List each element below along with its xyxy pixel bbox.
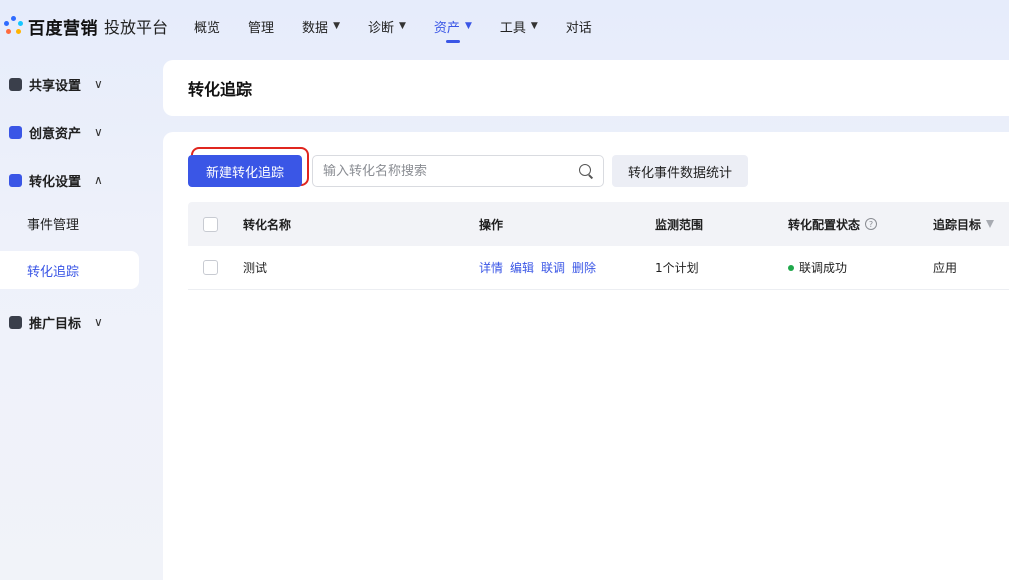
search-input[interactable] — [323, 163, 579, 179]
operation-link[interactable]: 联调 — [541, 259, 565, 276]
sidebar-subitem-0[interactable]: 事件管理 — [0, 204, 139, 242]
content-panel: 新建转化追踪 转化事件数据统计 转化名称 操作 监测范围 转化配置状态 ? 追踪… — [163, 132, 1009, 580]
caret-down-icon: ▼ — [333, 21, 340, 31]
logo-dot — [4, 21, 9, 26]
conversion-stats-button[interactable]: 转化事件数据统计 — [612, 155, 749, 187]
search-box — [312, 155, 604, 187]
sidebar-group-2[interactable]: 转化设置 ∧ — [0, 156, 150, 204]
row-check-cell — [188, 260, 243, 275]
sidebar-group-0[interactable]: 共享设置 ∨ — [0, 60, 150, 108]
brand-name: 百度营销 — [28, 18, 98, 39]
baidu-paw-logo-icon — [2, 15, 24, 37]
logo-dot — [16, 29, 21, 34]
status-dot-icon — [788, 264, 794, 271]
header-target-cell: 追踪目标 — [933, 216, 1009, 233]
table-header: 转化名称 操作 监测范围 转化配置状态 ? 追踪目标 — [188, 202, 1009, 246]
nav-item-label: 对话 — [565, 20, 592, 36]
nav-item-2[interactable]: 数据 ▼ — [302, 0, 340, 52]
nav-item-label: 管理 — [248, 20, 275, 36]
new-conversion-tracking-button[interactable]: 新建转化追踪 — [188, 155, 302, 187]
sidebar-group-label: 转化设置 — [29, 174, 82, 190]
nav-item-label: 数据 — [302, 20, 329, 36]
chevron-down-icon: ∨ — [94, 315, 103, 329]
row-operations: 详情 编辑 联调 删除 — [479, 259, 655, 276]
sidebar-subitem-1[interactable]: 转化追踪 — [0, 251, 139, 289]
logo-dot — [6, 29, 11, 34]
nav-item-label: 诊断 — [367, 20, 394, 36]
row-scope: 1个计划 — [655, 261, 699, 275]
filter-icon[interactable] — [986, 220, 995, 228]
nav-item-0[interactable]: 概览 — [194, 0, 220, 52]
page-title: 转化追踪 — [188, 80, 253, 99]
table-body: 测试 详情 编辑 联调 删除 1个计划 联调成功 应用 — [188, 246, 1009, 290]
share-settings-icon — [9, 77, 22, 91]
row-name: 测试 — [243, 261, 268, 275]
operation-link[interactable]: 编辑 — [510, 259, 534, 276]
select-all-checkbox[interactable] — [203, 216, 218, 232]
nav-item-3[interactable]: 诊断 ▼ — [368, 0, 406, 52]
table-row: 测试 详情 编辑 联调 删除 1个计划 联调成功 应用 — [188, 246, 1009, 290]
header-scope: 监测范围 — [655, 217, 704, 232]
operation-link[interactable]: 删除 — [572, 259, 596, 276]
header-name: 转化名称 — [243, 217, 292, 232]
header-check-cell — [188, 216, 243, 232]
header-status: 转化配置状态 — [788, 217, 861, 232]
sidebar-group-1[interactable]: 创意资产 ∨ — [0, 108, 150, 156]
nav-item-4[interactable]: 资产 ▼ — [434, 0, 472, 52]
row-status-cell: 联调成功 — [788, 259, 933, 276]
top-nav-bar: 百度营销 投放平台 概览 管理 数据 ▼ 诊断 ▼ 资产 ▼ 工具 ▼ 对话 — [0, 0, 1009, 52]
promotion-target-icon — [9, 315, 22, 329]
caret-down-icon: ▼ — [530, 21, 538, 31]
chevron-down-icon: ∨ — [94, 125, 103, 139]
row-checkbox[interactable] — [203, 260, 218, 275]
row-status: 联调成功 — [799, 261, 848, 275]
main-nav: 概览 管理 数据 ▼ 诊断 ▼ 资产 ▼ 工具 ▼ 对话 — [194, 0, 620, 52]
nav-item-5[interactable]: 工具 ▼ — [500, 0, 538, 52]
caret-down-icon: ▼ — [464, 21, 472, 31]
creative-assets-icon — [9, 125, 22, 139]
caret-down-icon: ▼ — [399, 21, 406, 31]
logo-dot — [18, 21, 23, 26]
baidu-marketing-logo[interactable]: 百度营销 投放平台 — [0, 0, 168, 52]
row-target: 应用 — [933, 261, 958, 275]
page-header: 转化追踪 — [163, 60, 1009, 116]
search-icon[interactable] — [579, 164, 593, 178]
sidebar-group-3[interactable]: 推广目标 ∨ — [0, 298, 150, 346]
operation-link[interactable]: 详情 — [479, 259, 503, 276]
chevron-down-icon: ∨ — [94, 77, 103, 91]
conversion-settings-icon — [9, 173, 22, 187]
nav-item-1[interactable]: 管理 — [248, 0, 274, 52]
sidebar: 共享设置 ∨ 创意资产 ∨ 转化设置 ∧ 事件管理转化追踪推广目标 ∨ — [0, 60, 150, 346]
nav-item-label: 工具 — [499, 20, 526, 36]
nav-item-label: 资产 — [433, 20, 460, 36]
conversion-table: 转化名称 操作 监测范围 转化配置状态 ? 追踪目标 测试 详情 编辑 联调 删除 1个计… — [188, 202, 1009, 290]
sidebar-group-label: 共享设置 — [29, 78, 82, 94]
header-status-cell: 转化配置状态 ? — [788, 216, 933, 233]
header-target: 追踪目标 — [933, 217, 982, 232]
nav-item-6[interactable]: 对话 — [566, 0, 592, 52]
help-icon[interactable]: ? — [865, 218, 878, 230]
product-name: 投放平台 — [104, 18, 169, 37]
toolbar: 新建转化追踪 转化事件数据统计 — [188, 155, 749, 187]
sidebar-group-label: 推广目标 — [29, 316, 82, 332]
logo-dot — [11, 16, 16, 21]
nav-item-label: 概览 — [194, 20, 221, 36]
header-operations: 操作 — [479, 217, 504, 232]
sidebar-group-label: 创意资产 — [29, 126, 82, 142]
chevron-up-icon: ∧ — [94, 173, 103, 187]
